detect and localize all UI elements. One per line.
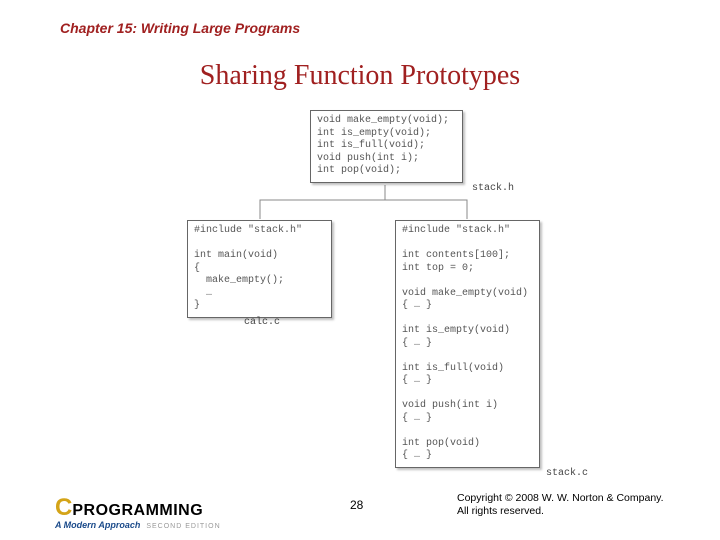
code-box-stack-h: void make_empty(void); int is_empty(void… bbox=[310, 110, 463, 183]
diagram-area: void make_empty(void); int is_empty(void… bbox=[0, 105, 720, 485]
logo-subtitle: A Modern ApproachSECOND EDITION bbox=[55, 520, 221, 530]
code-box-stack-c: #include "stack.h" int contents[100]; in… bbox=[395, 220, 540, 468]
logo-word-programming: PROGRAMMING bbox=[72, 502, 203, 520]
copyright-text: Copyright © 2008 W. W. Norton & Company.… bbox=[457, 492, 664, 518]
footer: C PROGRAMMING A Modern ApproachSECOND ED… bbox=[0, 488, 720, 530]
file-label-calc-c: calc.c bbox=[244, 317, 280, 328]
file-label-stack-c: stack.c bbox=[546, 468, 588, 479]
logo-letter-c: C bbox=[55, 494, 71, 522]
file-label-stack-h: stack.h bbox=[472, 183, 514, 194]
code-box-calc-c: #include "stack.h" int main(void) { make… bbox=[187, 220, 332, 318]
page-number: 28 bbox=[350, 498, 363, 512]
book-logo: C PROGRAMMING A Modern ApproachSECOND ED… bbox=[55, 494, 221, 530]
slide-title: Sharing Function Prototypes bbox=[0, 60, 720, 92]
chapter-heading: Chapter 15: Writing Large Programs bbox=[60, 20, 300, 36]
